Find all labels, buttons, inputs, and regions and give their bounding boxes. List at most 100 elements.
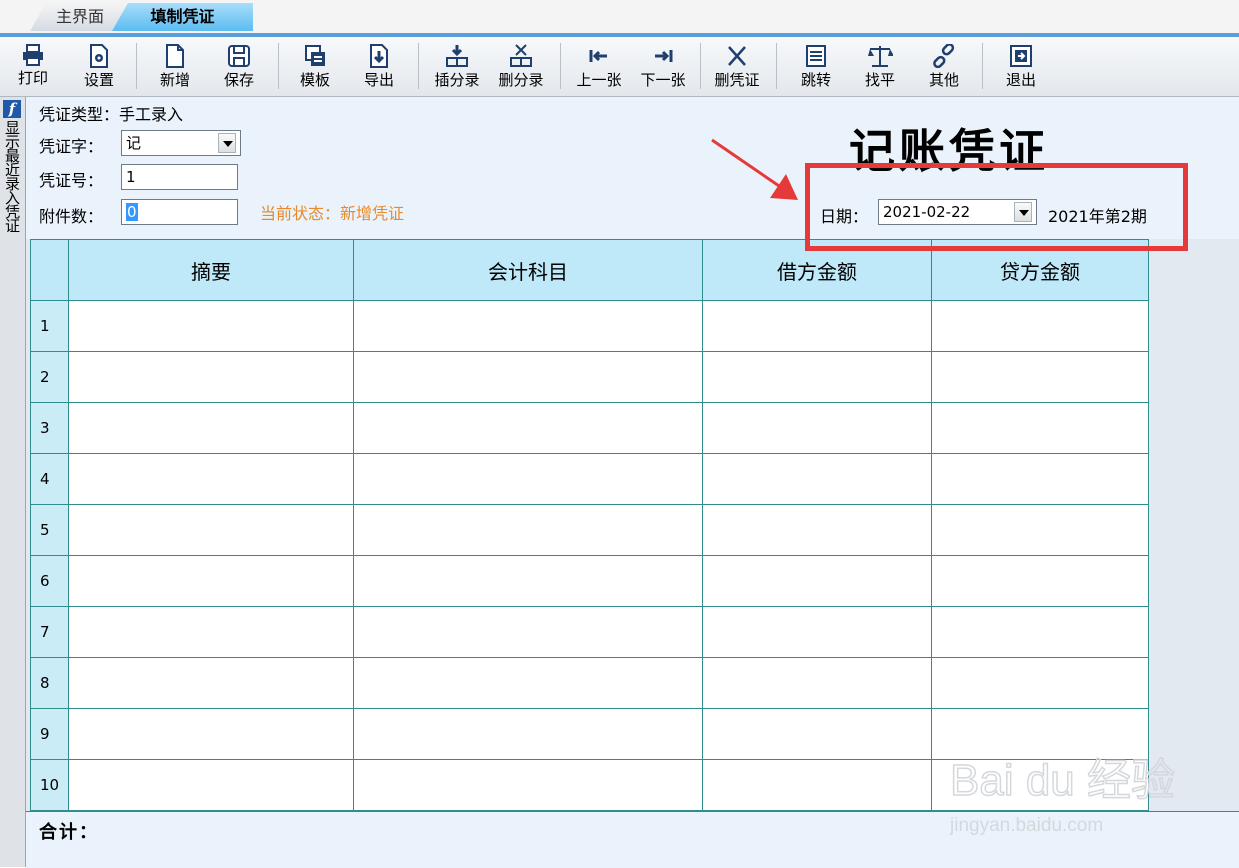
voucher-word-label: 凭证字：	[39, 137, 104, 156]
export-label: 导出	[363, 71, 394, 89]
toolbar-separator	[982, 43, 983, 89]
delete-entry-button[interactable]: 删分录	[492, 41, 550, 95]
row-number: 3	[30, 402, 69, 454]
toolbar-separator	[418, 43, 419, 89]
save-button[interactable]: 保存	[216, 41, 262, 95]
row-number: 5	[30, 504, 69, 556]
export-button[interactable]: 导出	[356, 41, 402, 95]
export-icon	[370, 44, 388, 68]
summary-cell[interactable]	[68, 504, 354, 556]
new-button[interactable]: 新增	[152, 41, 198, 95]
debit-cell[interactable]	[702, 504, 932, 556]
voucher-word-select[interactable]: 记	[121, 130, 241, 156]
account-cell[interactable]	[353, 453, 703, 505]
row-number: 6	[30, 555, 69, 607]
credit-cell[interactable]	[931, 453, 1149, 505]
template-label: 模板	[299, 71, 330, 89]
printer-icon	[23, 44, 43, 66]
debit-cell[interactable]	[702, 657, 932, 709]
table-row: 5	[30, 504, 1149, 556]
delete-voucher-label: 删凭证	[714, 71, 760, 89]
account-cell[interactable]	[353, 402, 703, 454]
total-label: 合计：	[39, 822, 99, 843]
row-number: 7	[30, 606, 69, 658]
account-cell[interactable]	[353, 657, 703, 709]
summary-cell[interactable]	[68, 759, 354, 811]
delete-x-icon	[728, 46, 746, 66]
credit-cell[interactable]	[931, 555, 1149, 607]
toolbar-separator	[776, 43, 777, 89]
new-document-icon	[166, 44, 184, 68]
account-cell[interactable]	[353, 759, 703, 811]
scale-icon	[868, 46, 893, 67]
next-button[interactable]: 下一张	[634, 41, 692, 95]
tab-strip: 主界面 填制凭证	[0, 0, 1239, 37]
watermark-url: jingyan.baidu.com	[949, 815, 1103, 836]
voucher-number-field[interactable]: 1	[121, 164, 238, 190]
exit-button[interactable]: 退出	[998, 41, 1044, 95]
debit-cell[interactable]	[702, 402, 932, 454]
toolbar: 打印 设置 新增 保存 模板 导出 插分录 删分录 上一张 下一张 删凭证 跳转…	[0, 37, 1239, 97]
account-cell[interactable]	[353, 351, 703, 403]
chevron-down-icon[interactable]	[218, 133, 236, 153]
insert-row-icon	[446, 45, 468, 67]
status-text: 当前状态：新增凭证	[260, 204, 405, 223]
table-row: 4	[30, 453, 1149, 505]
toolbar-separator	[278, 43, 279, 89]
debit-cell[interactable]	[702, 453, 932, 505]
table-row: 6	[30, 555, 1149, 607]
summary-cell[interactable]	[68, 606, 354, 658]
delete-entry-label: 删分录	[498, 71, 544, 89]
summary-cell[interactable]	[68, 300, 354, 352]
account-cell[interactable]	[353, 504, 703, 556]
debit-cell[interactable]	[702, 351, 932, 403]
account-cell[interactable]	[353, 555, 703, 607]
tab-fill-voucher[interactable]: 填制凭证	[112, 3, 253, 31]
column-header-summary[interactable]: 摘要	[68, 239, 354, 301]
new-label: 新增	[159, 71, 190, 89]
arrow-right-icon	[655, 50, 673, 62]
table-row: 1	[30, 300, 1149, 352]
jump-button[interactable]: 跳转	[794, 41, 838, 95]
credit-cell[interactable]	[931, 504, 1149, 556]
insert-entry-label: 插分录	[434, 71, 480, 89]
summary-cell[interactable]	[68, 657, 354, 709]
insert-entry-button[interactable]: 插分录	[428, 41, 486, 95]
debit-cell[interactable]	[702, 555, 932, 607]
exit-icon	[1010, 45, 1032, 67]
highlight-annotation-box	[805, 163, 1188, 251]
summary-cell[interactable]	[68, 555, 354, 607]
print-button[interactable]: 打印	[10, 41, 56, 95]
credit-cell[interactable]	[931, 657, 1149, 709]
credit-cell[interactable]	[931, 402, 1149, 454]
recent-vouchers-panel[interactable]: f 显示最近录入凭证	[0, 97, 26, 867]
debit-cell[interactable]	[702, 708, 932, 760]
recent-vouchers-label[interactable]: 显示最近录入凭证	[2, 120, 22, 232]
previous-button[interactable]: 上一张	[570, 41, 628, 95]
summary-cell[interactable]	[68, 351, 354, 403]
attachments-value: 0	[126, 203, 138, 221]
summary-cell[interactable]	[68, 402, 354, 454]
summary-cell[interactable]	[68, 453, 354, 505]
balance-button[interactable]: 找平	[858, 41, 902, 95]
account-cell[interactable]	[353, 300, 703, 352]
summary-cell[interactable]	[68, 708, 354, 760]
annotation-arrow-icon	[711, 138, 798, 200]
template-button[interactable]: 模板	[292, 41, 338, 95]
credit-cell[interactable]	[931, 606, 1149, 658]
credit-cell[interactable]	[931, 300, 1149, 352]
account-cell[interactable]	[353, 708, 703, 760]
exit-label: 退出	[1005, 71, 1036, 89]
debit-cell[interactable]	[702, 759, 932, 811]
debit-cell[interactable]	[702, 300, 932, 352]
attachments-field[interactable]: 0	[121, 199, 238, 225]
credit-cell[interactable]	[931, 351, 1149, 403]
debit-cell[interactable]	[702, 606, 932, 658]
account-cell[interactable]	[353, 606, 703, 658]
other-button[interactable]: 其他	[922, 41, 966, 95]
balance-label: 找平	[864, 71, 895, 89]
toolbar-separator	[136, 43, 137, 89]
column-header-account[interactable]: 会计科目	[353, 239, 703, 301]
settings-button[interactable]: 设置	[76, 41, 122, 95]
delete-voucher-button[interactable]: 删凭证	[708, 41, 766, 95]
